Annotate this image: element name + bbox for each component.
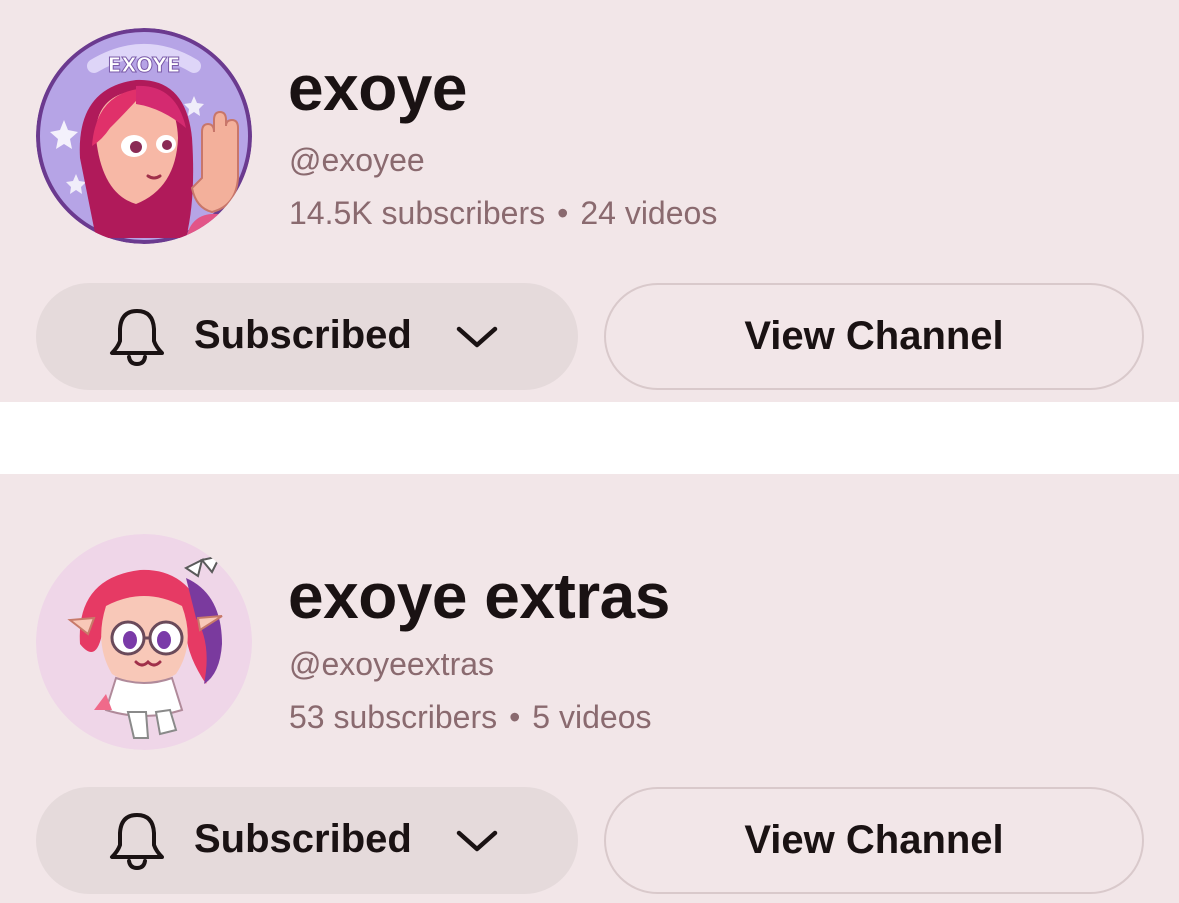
channel-handle: @exoyeextras [289, 646, 495, 682]
avatar-logo-text: EXOYE [108, 53, 181, 77]
channel-stats: 14.5K subscribers • 24 videos [289, 197, 717, 229]
video-count: 24 videos [580, 195, 718, 231]
chevron-down-icon [456, 326, 498, 348]
avatar-illustration [36, 534, 252, 750]
channel-card: EXOYE exoye @exoyee 14.5K subscribers • 24… [0, 0, 1179, 402]
stats-separator: • [557, 195, 569, 231]
channel-card: exoye extras @exoyeextras 53 subscribers… [0, 474, 1179, 903]
stats-separator: • [509, 699, 521, 735]
channel-avatar[interactable] [36, 534, 252, 750]
channel-name: exoye extras [288, 560, 670, 632]
bell-icon [110, 813, 164, 871]
channel-name: exoye [288, 52, 467, 124]
subscribed-label: Subscribed [194, 313, 412, 357]
view-channel-label: View Channel [744, 818, 1004, 862]
video-count: 5 videos [532, 699, 652, 735]
subscribed-button[interactable]: Subscribed [36, 283, 578, 390]
bell-icon [110, 309, 164, 367]
subscriber-count: 53 subscribers [289, 699, 498, 735]
channel-avatar[interactable]: EXOYE [36, 28, 252, 244]
view-channel-button[interactable]: View Channel [604, 787, 1144, 894]
subscribed-button[interactable]: Subscribed [36, 787, 578, 894]
view-channel-label: View Channel [744, 314, 1004, 358]
chevron-down-icon [456, 830, 498, 852]
channel-stats: 53 subscribers • 5 videos [289, 701, 651, 733]
avatar-illustration: EXOYE [36, 28, 252, 244]
channel-handle: @exoyee [289, 142, 425, 178]
view-channel-button[interactable]: View Channel [604, 283, 1144, 390]
subscriber-count: 14.5K subscribers [289, 195, 546, 231]
subscribed-label: Subscribed [194, 817, 412, 861]
